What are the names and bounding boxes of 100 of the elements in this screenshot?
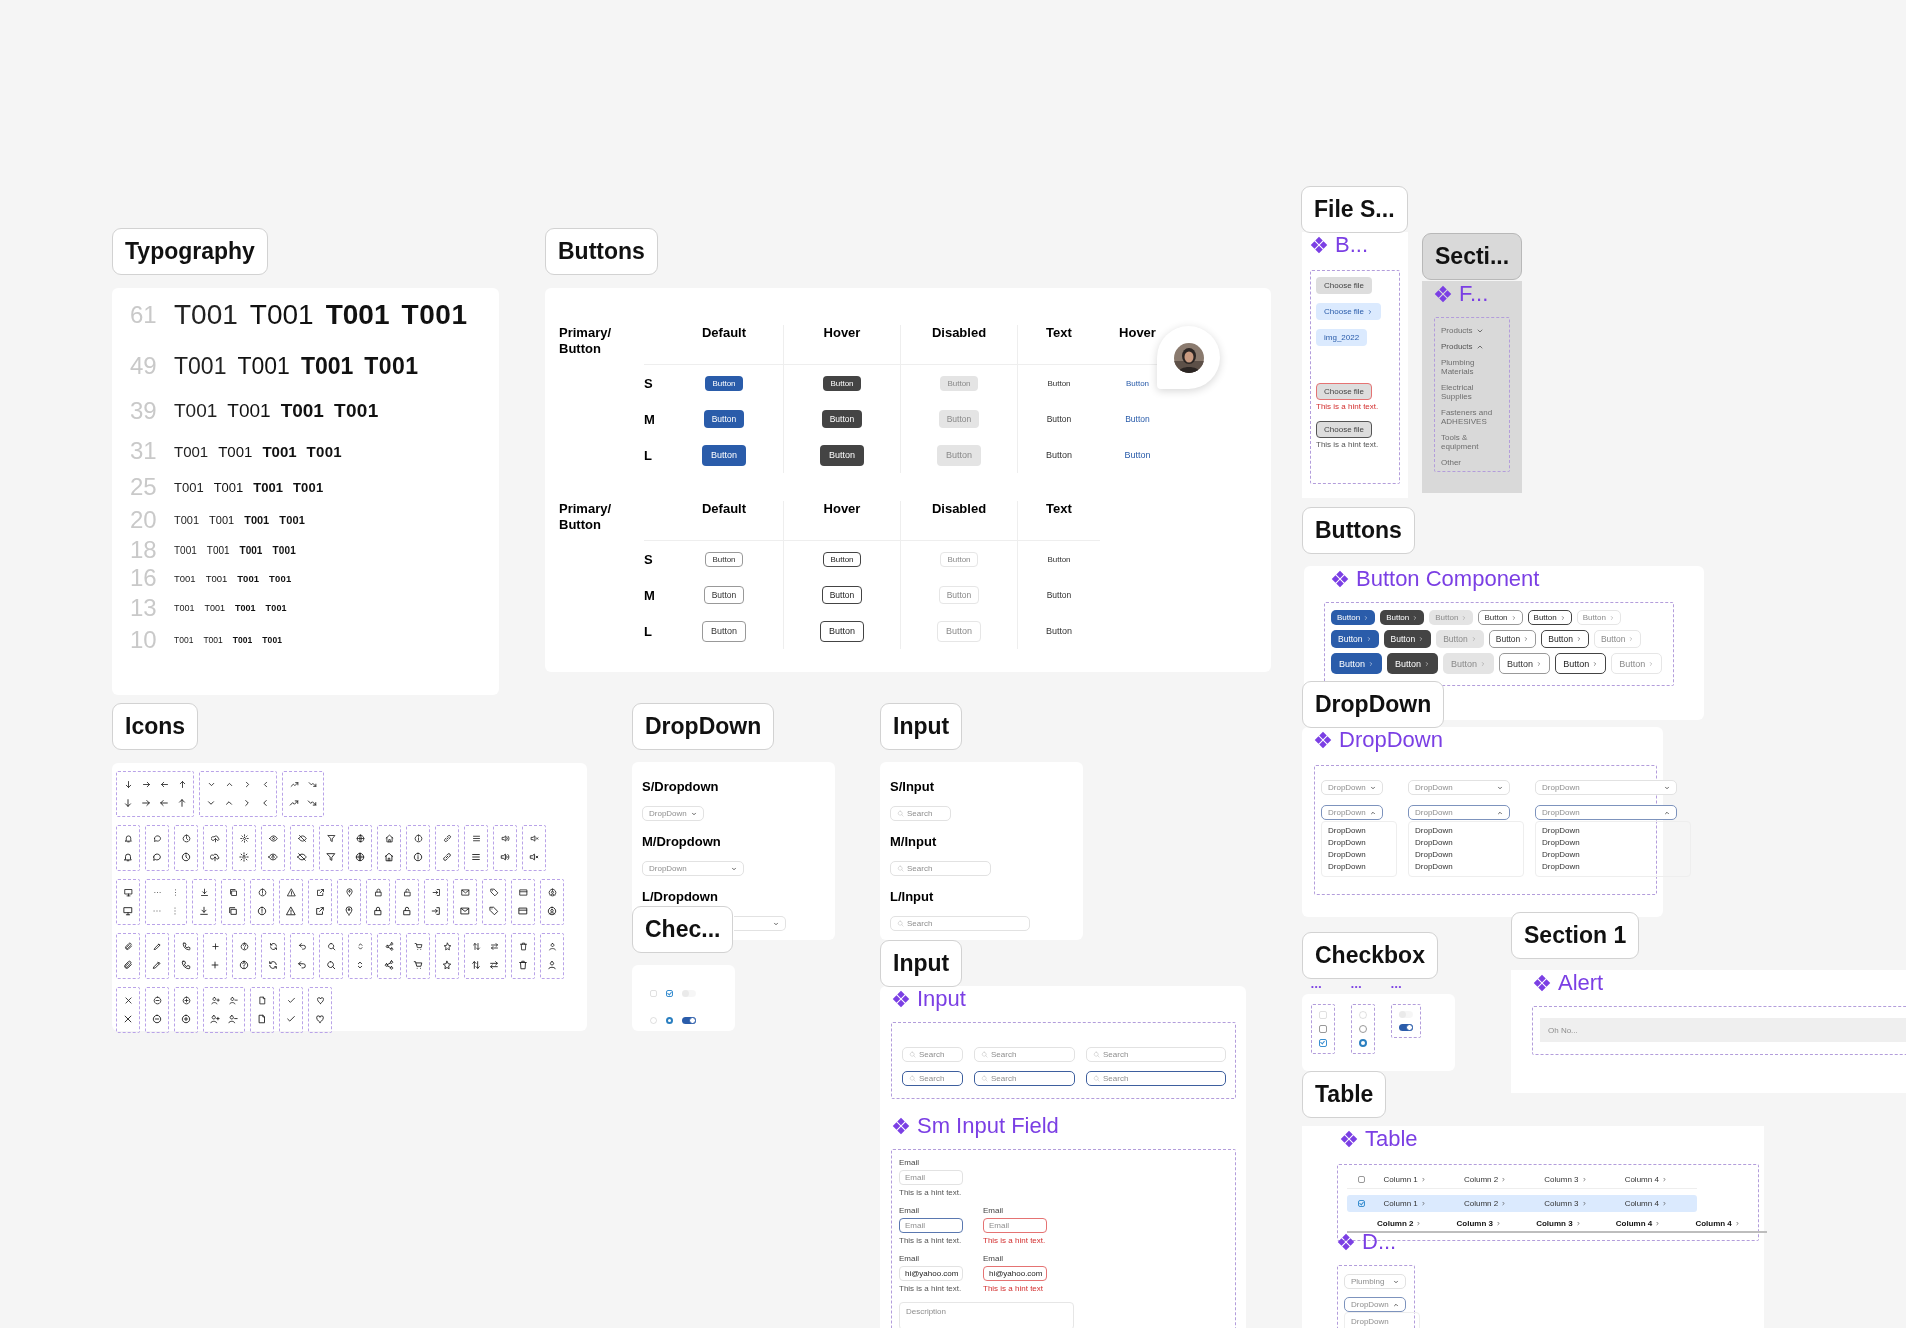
search-field[interactable]: Search	[974, 1047, 1075, 1062]
search-field[interactable]: Search	[890, 916, 1030, 931]
dropdown-option[interactable]: DropDown	[1542, 849, 1684, 861]
button[interactable]: Button	[1387, 653, 1439, 674]
button[interactable]: Button	[703, 586, 745, 604]
button[interactable]: Button	[820, 444, 864, 466]
dropdown[interactable]: DropDown	[1535, 780, 1677, 795]
component-icon	[1331, 570, 1349, 588]
button[interactable]: Button	[823, 375, 861, 391]
file-button[interactable]: Choose file	[1316, 421, 1373, 438]
button[interactable]: Button	[1040, 375, 1078, 391]
dropdown[interactable]: DropDown	[642, 806, 704, 821]
checkbox[interactable]	[1357, 1200, 1365, 1207]
search-field[interactable]: Search	[890, 806, 951, 821]
dropdown-option[interactable]: DropDown	[1542, 861, 1684, 873]
dropdown[interactable]: DropDown	[1535, 805, 1677, 820]
search-field[interactable]: Search	[902, 1071, 963, 1086]
checkbox[interactable]	[1319, 1039, 1327, 1047]
dropdown-option[interactable]: DropDown	[1542, 837, 1684, 849]
file-button[interactable]: Choose file	[1316, 383, 1373, 400]
dropdown-option[interactable]: DropDown	[1351, 1316, 1413, 1328]
button[interactable]: Button	[1118, 375, 1157, 391]
table-row[interactable]: Column 1 Column 2 Column 3 Column 4	[1347, 1195, 1697, 1212]
table-row[interactable]: Column 2 Column 3 Column 3 Column 4 Column 4	[1347, 1216, 1767, 1233]
button[interactable]: Button	[1478, 610, 1523, 625]
toggle-switch[interactable]	[1399, 1024, 1413, 1031]
dropdown-option[interactable]: DropDown	[1415, 825, 1517, 837]
dropdown-option[interactable]: DropDown	[1328, 849, 1390, 861]
button[interactable]: Button	[1499, 653, 1551, 674]
dropdown-option[interactable]: DropDown	[1415, 861, 1517, 873]
button[interactable]: Button	[705, 375, 743, 391]
input-field[interactable]: hi@yahoo.com	[983, 1266, 1047, 1281]
button[interactable]: Button	[703, 410, 745, 428]
button[interactable]: Button	[1527, 610, 1572, 625]
button[interactable]: Button	[1038, 586, 1080, 604]
star-icon	[442, 942, 452, 951]
dropdown-option[interactable]: DropDown	[1415, 837, 1517, 849]
dropdown-option[interactable]: DropDown	[1328, 861, 1390, 873]
text-area[interactable]: Description	[899, 1302, 1074, 1328]
button[interactable]: Button	[820, 620, 864, 642]
input-field[interactable]: Email	[899, 1170, 963, 1185]
button[interactable]: Button	[1488, 630, 1537, 648]
button[interactable]: Button	[1331, 653, 1383, 674]
button[interactable]: Button	[821, 410, 863, 428]
checkbox[interactable]	[666, 989, 673, 997]
radio-button[interactable]	[1359, 1039, 1367, 1047]
dropdown[interactable]: DropDown	[1408, 805, 1510, 820]
menu-group[interactable]: Products	[1441, 326, 1503, 335]
menu-item[interactable]: Electrical Supplies	[1441, 383, 1503, 401]
dropdown-option[interactable]: DropDown	[1328, 825, 1390, 837]
dropdown[interactable]: Plumbing	[1344, 1274, 1406, 1289]
button[interactable]: Button	[1383, 630, 1432, 648]
button[interactable]: Button	[1037, 444, 1081, 466]
checkbox[interactable]	[1357, 1176, 1365, 1183]
button[interactable]: Button	[1541, 630, 1589, 648]
file-button[interactable]: Choose file	[1316, 277, 1373, 294]
swap-vertical-icon	[471, 942, 481, 951]
radio-button[interactable]	[666, 1016, 673, 1024]
button[interactable]: Button	[1331, 610, 1376, 625]
dropdown-option[interactable]: DropDown	[1542, 825, 1684, 837]
menu-item[interactable]: Fasteners and ADHESIVES	[1441, 408, 1503, 426]
button[interactable]: Button	[1040, 551, 1078, 567]
button[interactable]: Button	[705, 551, 743, 567]
table-row[interactable]: Column 1 Column 2 Column 3 Column 4	[1347, 1171, 1697, 1189]
search-field[interactable]: Search	[890, 861, 991, 876]
button[interactable]: Button	[702, 620, 746, 642]
toggle-switch[interactable]	[682, 1016, 696, 1024]
menu-item[interactable]: Other	[1441, 458, 1503, 467]
input-field[interactable]: Email	[983, 1218, 1047, 1233]
arrow-right-icon	[141, 780, 151, 789]
file-chip[interactable]: img_2022	[1316, 329, 1368, 346]
menu-item[interactable]: Tools & equipment	[1441, 433, 1503, 451]
button[interactable]: Button	[1117, 410, 1158, 428]
menu-item[interactable]: Plumbing Materials	[1441, 358, 1503, 376]
button[interactable]: Button	[1555, 653, 1607, 674]
dropdown[interactable]: DropDown	[1321, 780, 1383, 795]
dropdown[interactable]: DropDown	[1321, 805, 1383, 820]
input-field[interactable]: Email	[899, 1218, 963, 1233]
file-button[interactable]: Choose file	[1316, 303, 1382, 320]
input-field[interactable]: hi@yahoo.com	[899, 1266, 963, 1281]
search-field[interactable]: Search	[1086, 1047, 1226, 1062]
search-field[interactable]: Search	[1086, 1071, 1226, 1086]
search-field[interactable]: Search	[902, 1047, 963, 1062]
field-label: L/Input	[890, 889, 935, 904]
dropdown[interactable]: DropDown	[1408, 780, 1510, 795]
button[interactable]: Button	[823, 551, 861, 567]
button[interactable]: Button	[1380, 610, 1425, 625]
menu-group[interactable]: Products	[1441, 342, 1503, 351]
dropdown[interactable]: DropDown	[642, 861, 744, 876]
button[interactable]: Button	[702, 444, 746, 466]
search-field[interactable]: Search	[974, 1071, 1075, 1086]
button[interactable]: Button	[1038, 410, 1080, 428]
dropdown[interactable]: DropDown	[1344, 1297, 1406, 1312]
button[interactable]: Button	[1331, 630, 1379, 648]
button[interactable]: Button	[1037, 620, 1081, 642]
checkbox[interactable]	[1319, 1025, 1327, 1033]
button[interactable]: Button	[821, 586, 863, 604]
button[interactable]: Button	[1115, 444, 1160, 466]
dropdown-option[interactable]: DropDown	[1328, 837, 1390, 849]
dropdown-option[interactable]: DropDown	[1415, 849, 1517, 861]
